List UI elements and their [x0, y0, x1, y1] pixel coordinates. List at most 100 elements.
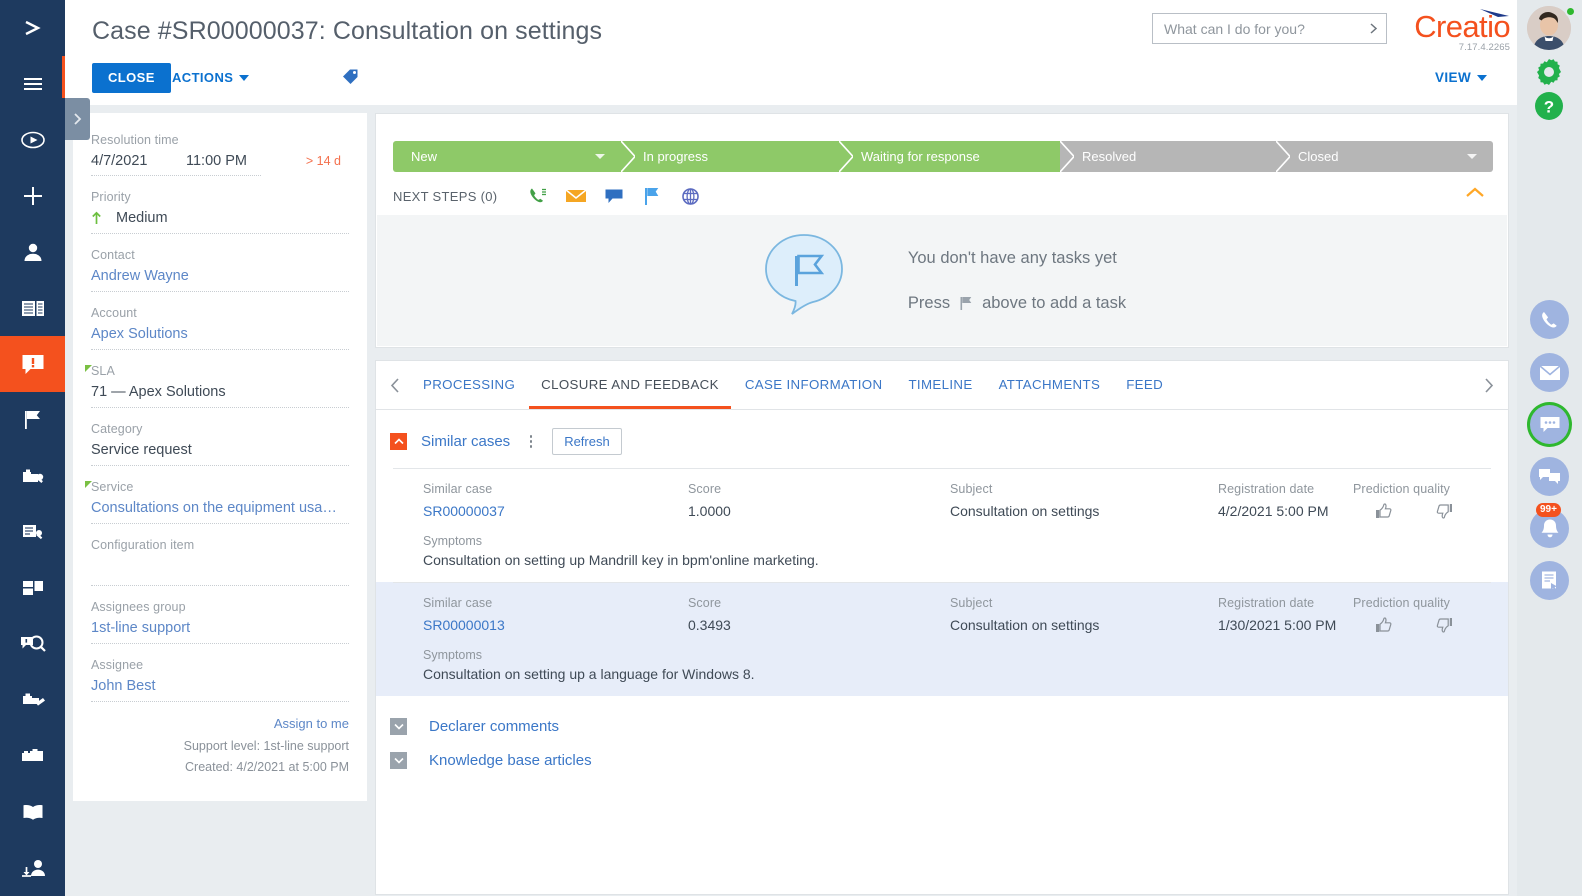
- configuration-item-label: Configuration item: [91, 538, 195, 552]
- configuration-icon[interactable]: [0, 672, 65, 728]
- hamburger-menu-icon[interactable]: [0, 56, 65, 112]
- actions-button[interactable]: ACTIONS: [172, 63, 250, 93]
- tab-closure-and-feedback[interactable]: CLOSURE AND FEEDBACK: [528, 361, 732, 409]
- configuration-item-value[interactable]: [91, 558, 349, 586]
- category-value[interactable]: Service request: [91, 442, 349, 466]
- thumbs-up-icon[interactable]: [1375, 617, 1392, 638]
- thumbs-up-icon[interactable]: [1375, 503, 1392, 524]
- flag-icon[interactable]: [633, 183, 671, 209]
- call-icon[interactable]: [519, 183, 557, 209]
- tab-case-information[interactable]: CASE INFORMATION: [732, 361, 896, 409]
- search-box[interactable]: [1152, 13, 1387, 44]
- email-icon[interactable]: [557, 183, 595, 209]
- column-header-prediction-quality: Prediction quality: [1353, 482, 1450, 496]
- next-steps-collapse-icon[interactable]: [1464, 186, 1486, 204]
- view-label: VIEW: [1435, 70, 1472, 85]
- conversations-icon[interactable]: [1530, 457, 1569, 496]
- knowledge-base-articles-expand-icon[interactable]: [390, 752, 407, 769]
- stage-label: Closed: [1298, 149, 1339, 164]
- similar-cases-title[interactable]: Similar cases: [421, 433, 510, 450]
- email-icon[interactable]: [1530, 353, 1569, 392]
- field-sla: SLA 71 — Apex Solutions: [91, 364, 349, 408]
- chat-icon[interactable]: [1530, 405, 1569, 444]
- stage-waiting-for-response[interactable]: Waiting for response: [839, 141, 1074, 172]
- priority-value[interactable]: Medium: [91, 210, 349, 234]
- search-input[interactable]: [1153, 14, 1360, 43]
- stage-dropdown-icon[interactable]: [595, 154, 605, 159]
- tab-timeline[interactable]: TIMELINE: [895, 361, 985, 409]
- sidebar-item-cases[interactable]: [0, 336, 65, 392]
- account-value[interactable]: Apex Solutions: [91, 326, 349, 350]
- sla-value[interactable]: 71 — Apex Solutions: [91, 384, 349, 408]
- tag-icon[interactable]: [341, 67, 361, 90]
- projects-icon[interactable]: [0, 728, 65, 784]
- assign-to-me-link[interactable]: Assign to me: [91, 716, 349, 731]
- field-configuration-item: Configuration item: [91, 538, 349, 586]
- tab-attachments[interactable]: ATTACHMENTS: [986, 361, 1114, 409]
- stage-in-progress[interactable]: In progress: [621, 141, 853, 172]
- stage-new[interactable]: New: [393, 141, 635, 172]
- notification-badge: 99+: [1536, 503, 1561, 517]
- similar-case-link[interactable]: SR00000013: [423, 617, 688, 633]
- help-icon[interactable]: ?: [1531, 88, 1567, 124]
- thumbs-down-icon[interactable]: [1436, 503, 1453, 524]
- agent-desktop-icon[interactable]: [0, 840, 65, 896]
- priority-text: Medium: [116, 210, 168, 226]
- tab-processing[interactable]: PROCESSING: [410, 361, 528, 409]
- flag-icon[interactable]: [0, 392, 65, 448]
- feed-icon[interactable]: [1530, 561, 1569, 600]
- declarer-comments-section: Declarer comments: [376, 718, 1508, 735]
- tabs-scroll-left-icon[interactable]: [390, 377, 401, 399]
- field-underline: [91, 175, 261, 176]
- tabs-scroll-right-icon[interactable]: [1483, 377, 1494, 399]
- thumbs-down-icon[interactable]: [1436, 617, 1453, 638]
- stage-dropdown-icon[interactable]: [1467, 154, 1477, 159]
- notifications-icon[interactable]: 99+: [1530, 503, 1569, 548]
- assignee-value[interactable]: John Best: [91, 678, 349, 702]
- run-process-icon[interactable]: [0, 112, 65, 168]
- contacts-icon[interactable]: [0, 224, 65, 280]
- table-row[interactable]: Similar case SR00000037 Score 1.0000 Sub…: [376, 468, 1508, 582]
- symptoms-block: Symptoms Consultation on setting up a la…: [376, 638, 1508, 696]
- actions-label: ACTIONS: [172, 70, 234, 85]
- close-button[interactable]: CLOSE: [92, 63, 171, 93]
- view-button[interactable]: VIEW: [1435, 70, 1488, 85]
- symptoms-value: Consultation on setting up Mandrill key …: [423, 552, 819, 568]
- panel-collapse-handle[interactable]: [65, 98, 90, 140]
- accounts-icon[interactable]: [0, 280, 65, 336]
- service-catalog-icon[interactable]: [0, 448, 65, 504]
- gear-icon[interactable]: [1531, 54, 1567, 90]
- table-row[interactable]: Similar case SR00000013 Score 0.3493 Sub…: [376, 582, 1508, 696]
- declarer-comments-expand-icon[interactable]: [390, 718, 407, 735]
- service-requests-icon[interactable]: [0, 504, 65, 560]
- message-icon[interactable]: [595, 183, 633, 209]
- knowledge-base-articles-title[interactable]: Knowledge base articles: [429, 752, 592, 769]
- column-header-score: Score: [688, 482, 722, 496]
- resolution-time-value[interactable]: 4/7/2021 11:00 PM > 14 d: [91, 153, 349, 176]
- stage-resolved[interactable]: Resolved: [1060, 141, 1290, 172]
- case-search-icon[interactable]: [0, 616, 65, 672]
- stage-closed[interactable]: Closed: [1276, 141, 1493, 172]
- next-steps-toolbar: NEXT STEPS (0): [393, 182, 709, 210]
- add-icon[interactable]: [0, 168, 65, 224]
- tab-feed[interactable]: FEED: [1113, 361, 1176, 409]
- similar-case-link[interactable]: SR00000037: [423, 503, 688, 519]
- empty-hint-before: Press: [907, 293, 951, 312]
- priority-up-arrow-icon: [92, 211, 101, 224]
- knowledge-base-icon[interactable]: [0, 784, 65, 840]
- search-submit-icon[interactable]: [1360, 14, 1386, 43]
- phone-icon[interactable]: [1530, 300, 1569, 339]
- web-icon[interactable]: [671, 183, 709, 209]
- dashboards-icon[interactable]: [0, 560, 65, 616]
- declarer-comments-title[interactable]: Declarer comments: [429, 718, 559, 735]
- contact-value[interactable]: Andrew Wayne: [91, 268, 349, 292]
- stage-label: New: [411, 149, 438, 164]
- assignees-group-value[interactable]: 1st-line support: [91, 620, 349, 644]
- registration-date-value: 1/30/2021 5:00 PM: [1218, 617, 1337, 633]
- refresh-button[interactable]: Refresh: [552, 428, 622, 455]
- expand-menu-icon[interactable]: [0, 0, 65, 56]
- similar-cases-menu-icon[interactable]: [524, 432, 538, 451]
- similar-cases-collapse-icon[interactable]: [390, 433, 407, 450]
- brand-logo: Creatio 7.17.4.2265: [1400, 9, 1511, 53]
- service-value[interactable]: Consultations on the equipment usa…: [91, 500, 349, 524]
